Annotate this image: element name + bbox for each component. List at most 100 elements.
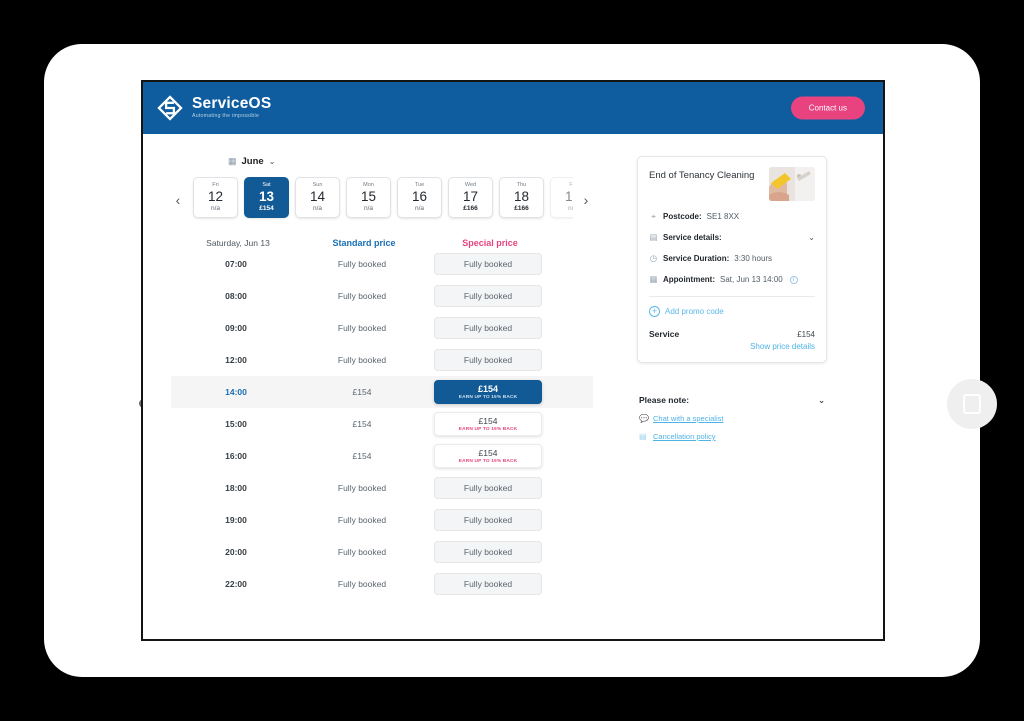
booking-summary-card: End of Tenancy Cleaning ⌖ Postcode: SE1 … <box>637 156 827 363</box>
postcode-row: ⌖ Postcode: SE1 8XX <box>649 211 815 222</box>
please-note-header[interactable]: Please note: ⌄ <box>639 395 825 405</box>
slot-special-button[interactable]: Fully booked <box>434 541 542 563</box>
calendar-icon: ▦ <box>649 274 658 284</box>
brand-logo[interactable]: ServiceOS Automating the impossible <box>157 95 271 121</box>
slot-special-button[interactable]: Fully booked <box>434 573 542 595</box>
month-label: June <box>241 156 264 167</box>
date-card-dow: Fri <box>569 182 573 188</box>
slot-standard-price: Fully booked <box>337 259 387 269</box>
standard-price-header: Standard price <box>332 238 396 248</box>
home-button[interactable] <box>947 379 997 429</box>
slot-standard-price: Fully booked <box>337 579 387 589</box>
slot-row[interactable]: 18:00 Fully booked Fully booked <box>171 472 593 504</box>
plus-circle-icon: + <box>649 306 660 317</box>
slot-time: 12:00 <box>225 355 247 365</box>
location-pin-icon: ⌖ <box>651 211 656 221</box>
chevron-down-icon[interactable]: ⌄ <box>818 396 825 405</box>
slot-row[interactable]: 07:00 Fully booked Fully booked <box>171 248 593 280</box>
slot-special-button[interactable]: Fully booked <box>434 349 542 371</box>
slot-row[interactable]: 09:00 Fully booked Fully booked <box>171 312 593 344</box>
show-price-details-link[interactable]: Show price details <box>649 342 815 351</box>
slot-row[interactable]: 20:00 Fully booked Fully booked <box>171 536 593 568</box>
note-link[interactable]: ▤ Cancellation policy <box>639 432 825 441</box>
duration-value: 3:30 hours <box>734 254 773 263</box>
servicesos-logo-icon <box>157 95 183 121</box>
slot-time: 14:00 <box>225 387 247 397</box>
date-card-dow: Sun <box>312 182 323 188</box>
date-card-price: n/a <box>567 205 573 212</box>
slot-special-button[interactable]: £154 EARN UP TO 15% BACK <box>434 444 542 468</box>
slot-row[interactable]: 14:00 £154 £154 EARN UP TO 15% BACK <box>171 376 593 408</box>
slot-row[interactable]: 22:00 Fully booked Fully booked <box>171 568 593 600</box>
slot-special-amount: £154 <box>477 384 499 394</box>
please-note-links: 💬 Chat with a specialist ▤ Cancellation pol… <box>639 414 825 441</box>
summary-divider <box>649 296 815 297</box>
slot-time: 09:00 <box>225 323 247 333</box>
date-card[interactable]: Mon 15 n/a <box>346 177 391 218</box>
slot-time: 07:00 <box>225 259 247 269</box>
slot-standard-price: £154 <box>352 387 372 397</box>
date-card-price: n/a <box>363 205 374 212</box>
date-card[interactable]: Sat 13 £154 <box>244 177 289 218</box>
date-card-dow: Sat <box>262 182 271 188</box>
slot-special-button[interactable]: Fully booked <box>434 253 542 275</box>
slot-time: 16:00 <box>225 451 247 461</box>
chat-icon: 💬 <box>639 414 649 423</box>
slot-special-cell: Fully booked <box>423 573 553 595</box>
note-link[interactable]: 💬 Chat with a specialist <box>639 414 825 423</box>
date-card-dow: Fri <box>212 182 219 188</box>
slot-standard-price: Fully booked <box>337 355 387 365</box>
service-details-row[interactable]: ▤ Service details: ⌄ <box>649 232 815 243</box>
clock-icon: ◷ <box>649 253 658 263</box>
next-dates-button[interactable]: › <box>579 193 593 207</box>
date-card[interactable]: Fri19n/a <box>550 177 573 218</box>
slot-standard-price: £154 <box>352 419 372 429</box>
page-content: ▦ June ⌄ ‹ Fri 12 n/a Sat 13 £154 Sun 14 n/a Mon 1… <box>143 134 883 600</box>
service-price-row: Service £154 <box>649 329 815 339</box>
document-icon: ▤ <box>649 232 658 242</box>
date-strip[interactable]: Fri 12 n/a Sat 13 £154 Sun 14 n/a Mon 15 n/a Tue 16 n/… <box>191 173 573 226</box>
date-card-day: 17 <box>462 189 479 204</box>
slot-special-button[interactable]: £154 EARN UP TO 15% BACK <box>434 412 542 436</box>
slot-cashback-label: EARN UP TO 15% BACK <box>458 459 518 464</box>
slot-row[interactable]: 16:00 £154 £154 EARN UP TO 15% BACK <box>171 440 593 472</box>
service-duration-row: ◷ Service Duration: 3:30 hours <box>649 253 815 264</box>
slot-special-button[interactable]: Fully booked <box>434 317 542 339</box>
service-title: End of Tenancy Cleaning <box>649 170 755 181</box>
service-label: Service <box>649 329 680 339</box>
postcode-label: Postcode: <box>663 212 702 221</box>
slot-special-cell: Fully booked <box>423 541 553 563</box>
slot-standard-price: £154 <box>352 451 372 461</box>
slot-row[interactable]: 08:00 Fully booked Fully booked <box>171 280 593 312</box>
date-card-price: £154 <box>259 205 274 212</box>
slot-cashback-label: EARN UP TO 15% BACK <box>458 427 518 432</box>
date-card[interactable]: Tue 16 n/a <box>397 177 442 218</box>
slot-special-cell: £154 EARN UP TO 15% BACK <box>423 444 553 468</box>
calendar-icon: ▦ <box>228 156 237 166</box>
slot-special-button[interactable]: Fully booked <box>434 285 542 307</box>
date-strip-wrapper: ‹ Fri 12 n/a Sat 13 £154 Sun 14 n/a Mon 15 n/a Tue 16… <box>171 173 593 226</box>
info-icon[interactable]: i <box>789 275 798 284</box>
slot-time: 08:00 <box>225 291 247 301</box>
date-card[interactable]: Wed 17 £166 <box>448 177 493 218</box>
slot-table-body: 07:00 Fully booked Fully booked 08:00 Fully … <box>171 248 593 600</box>
contact-us-button[interactable]: Contact us <box>790 96 865 120</box>
slot-special-button[interactable]: Fully booked <box>434 477 542 499</box>
add-promo-code-button[interactable]: + Add promo code <box>649 306 815 317</box>
slot-special-button[interactable]: Fully booked <box>434 509 542 531</box>
date-card[interactable]: Thu 18 £166 <box>499 177 544 218</box>
date-card-price: n/a <box>414 205 425 212</box>
slot-row[interactable]: 15:00 £154 £154 EARN UP TO 15% BACK <box>171 408 593 440</box>
slot-special-button[interactable]: £154 EARN UP TO 15% BACK <box>434 380 542 404</box>
date-card-day: 15 <box>360 189 377 204</box>
chevron-down-icon[interactable]: ⌄ <box>808 233 815 242</box>
date-card[interactable]: Sun 14 n/a <box>295 177 340 218</box>
slot-row[interactable]: 12:00 Fully booked Fully booked <box>171 344 593 376</box>
month-selector[interactable]: ▦ June ⌄ <box>228 156 593 167</box>
prev-dates-button[interactable]: ‹ <box>171 193 185 207</box>
slot-row[interactable]: 19:00 Fully booked Fully booked <box>171 504 593 536</box>
brand-name: ServiceOS <box>192 95 272 113</box>
date-card[interactable]: Fri 12 n/a <box>193 177 238 218</box>
booking-column: ▦ June ⌄ ‹ Fri 12 n/a Sat 13 £154 Sun 14 n/a Mon 1… <box>163 156 593 600</box>
appointment-label: Appointment: <box>663 275 715 284</box>
